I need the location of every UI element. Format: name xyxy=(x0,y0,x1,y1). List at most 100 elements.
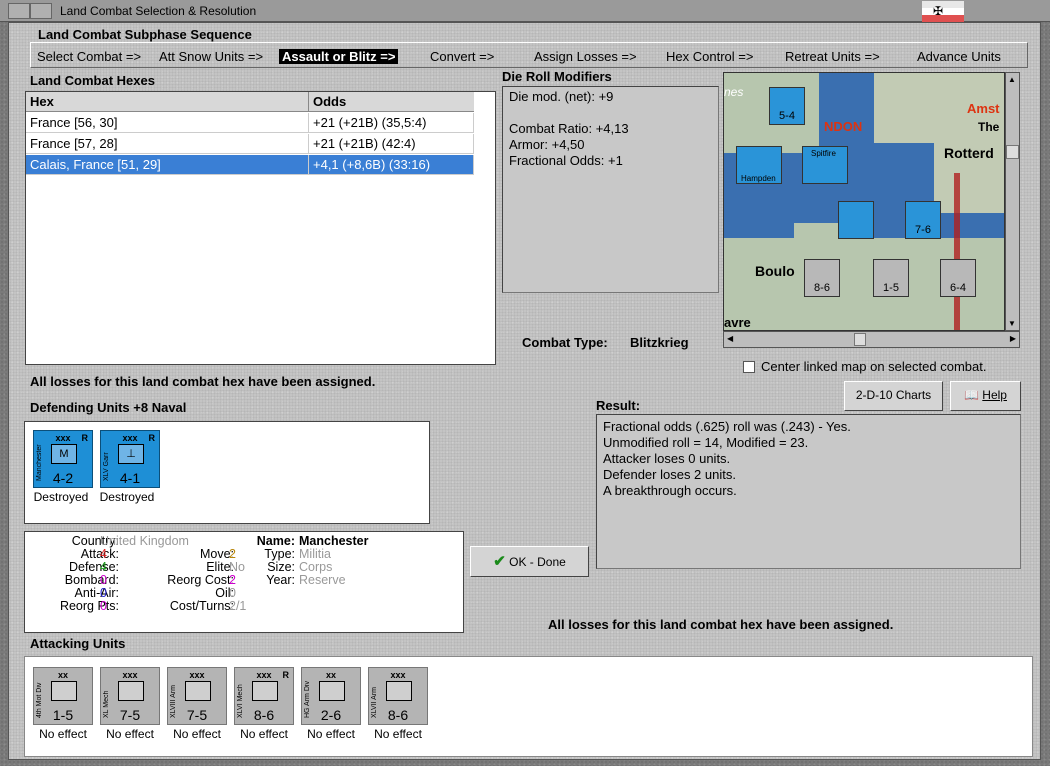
unit-size: xxx xyxy=(122,670,138,680)
map-label: Boulo xyxy=(755,263,795,279)
seq-step-hex-control[interactable]: Hex Control => xyxy=(666,49,753,64)
seq-step-convert[interactable]: Convert => xyxy=(430,49,494,64)
map-unit-strength: 5-4 xyxy=(779,110,795,122)
seq-step-retreat[interactable]: Retreat Units => xyxy=(785,49,880,64)
garrison-icon: ⊥ xyxy=(118,444,144,464)
ok-done-button[interactable]: ✔ OK - Done xyxy=(470,546,589,577)
motorized-infantry-icon xyxy=(51,681,77,701)
attacking-unit-counter[interactable]: xxx XLVII Arm 8-6 xyxy=(368,667,428,725)
reserve-tag: R xyxy=(282,670,290,680)
unit-strength: 4-1 xyxy=(119,470,141,486)
scroll-left-icon[interactable]: ◀ xyxy=(727,334,733,343)
die-roll-line xyxy=(509,105,629,121)
unit-size: xx xyxy=(57,670,68,680)
combat-type-label: Combat Type: xyxy=(522,335,608,350)
attacking-unit-counter[interactable]: xxx XL Mech 7-5 xyxy=(100,667,160,725)
die-roll-lines: Die mod. (net): +9 Combat Ratio: +4,13 A… xyxy=(509,89,629,169)
window-title: Land Combat Selection & Resolution xyxy=(60,4,257,18)
map-unit-counter[interactable]: 1-5 xyxy=(873,259,909,297)
map-unit-counter[interactable]: 7-6 xyxy=(905,201,941,239)
unit-status: No effect xyxy=(173,727,221,741)
system-menu-button[interactable] xyxy=(8,3,30,19)
scroll-thumb[interactable] xyxy=(1006,145,1019,159)
defending-unit-counter[interactable]: xxx R Manchester M 4-2 xyxy=(33,430,93,488)
center-map-checkbox[interactable] xyxy=(743,361,755,373)
mechanized-icon xyxy=(252,681,278,701)
unit-status: No effect xyxy=(39,727,87,741)
result-line: A breakthrough occurs. xyxy=(603,483,737,498)
attacking-unit-counter[interactable]: xxx R XLVI Mech 8-6 xyxy=(234,667,294,725)
map-unit-strength: 1-5 xyxy=(883,282,899,294)
die-roll-panel: Die mod. (net): +9 Combat Ratio: +4,13 A… xyxy=(502,86,719,293)
bombard-label: Bombard: xyxy=(64,573,119,587)
map-label: The xyxy=(978,120,1000,134)
result-line: Defender loses 2 units. xyxy=(603,467,736,482)
map-unit-counter[interactable]: 8-6 xyxy=(804,259,840,297)
costturns-value: 2/1 xyxy=(229,599,247,613)
unit-symbol: M xyxy=(59,448,69,460)
map-unit-counter[interactable]: 6-4 xyxy=(940,259,976,297)
result-lines: Fractional odds (.625) roll was (.243) -… xyxy=(603,419,851,499)
attacking-unit-counter[interactable]: xx HG Arm Div 2-6 xyxy=(301,667,361,725)
table-row-hex[interactable]: France [56, 30] xyxy=(26,113,309,133)
checkmark-icon: ✔ xyxy=(493,553,506,570)
map-horizontal-scrollbar[interactable]: ◀ ▶ xyxy=(723,331,1020,348)
name-label: Name: xyxy=(256,534,295,548)
book-icon: 📖 xyxy=(964,388,979,402)
scroll-down-icon[interactable]: ▼ xyxy=(1008,319,1016,328)
map-vertical-scrollbar[interactable]: ▲ ▼ xyxy=(1005,72,1020,331)
aircraft-counter[interactable]: Hampden xyxy=(736,146,782,184)
seq-step-select-combat[interactable]: Select Combat => xyxy=(37,49,141,64)
linked-map[interactable]: nes NDON Amst The Rotterd Boulo avre 5-4… xyxy=(723,72,1005,331)
seq-step-assault-blitz[interactable]: Assault or Blitz => xyxy=(279,49,399,64)
map-unit-counter-attack-target[interactable] xyxy=(838,201,874,239)
die-roll-header: Die Roll Modifiers xyxy=(502,69,612,84)
country-value: United Kingdom xyxy=(100,534,189,548)
attacking-unit-counter[interactable]: xx 4th Mot Div 1-5 xyxy=(33,667,93,725)
reorgpts-value: 0 xyxy=(100,599,107,613)
unit-status: No effect xyxy=(307,727,355,741)
result-panel: Fractional odds (.625) roll was (.243) -… xyxy=(596,414,1021,569)
table-row-odds[interactable]: +21 (+21B) (35,5:4) xyxy=(309,113,474,133)
table-row-odds[interactable]: +21 (+21B) (42:4) xyxy=(309,134,474,154)
map-unit-counter[interactable]: 5-4 xyxy=(769,87,805,125)
map-label: Rotterd xyxy=(944,145,994,161)
defending-unit-counter[interactable]: xxx R XLV Garr ⊥ 4-1 xyxy=(100,430,160,488)
reorgpts-label: Reorg Pts: xyxy=(59,599,119,613)
table-row-hex-selected[interactable]: Calais, France [51, 29] xyxy=(26,155,309,175)
unit-info-panel: Country: United Kingdom Attack: 4 Defens… xyxy=(24,531,464,633)
help-label: Help xyxy=(982,388,1007,402)
seq-step-advance[interactable]: Advance Units xyxy=(917,49,1001,64)
column-header-hex[interactable]: Hex xyxy=(26,92,309,112)
costturns-label: Cost/Turns: xyxy=(169,599,234,613)
border-line xyxy=(954,173,960,330)
help-button[interactable]: 📖 Help xyxy=(950,381,1021,411)
table-row-odds-selected[interactable]: +4,1 (+8,6B) (33:16) xyxy=(309,155,474,175)
armor-icon xyxy=(319,681,345,701)
year-label: Year: xyxy=(266,573,295,587)
die-roll-line: Fractional Odds: +1 xyxy=(509,153,623,168)
type-label: Type: xyxy=(264,547,295,561)
die-roll-line: Armor: +4,50 xyxy=(509,137,585,152)
unit-strength: 7-5 xyxy=(119,707,141,723)
attacking-panel: xx 4th Mot Div 1-5 No effect xxx XL Mech… xyxy=(24,656,1033,757)
unit-status: No effect xyxy=(374,727,422,741)
charts-button[interactable]: 2-D-10 Charts xyxy=(844,381,943,411)
aircraft-counter[interactable]: Spitfire xyxy=(802,146,848,184)
german-flag-icon: ✠ xyxy=(922,1,964,22)
column-header-odds[interactable]: Odds xyxy=(309,92,474,112)
attacking-header: Attacking Units xyxy=(30,636,126,651)
attacking-unit-counter[interactable]: xxx XLVIII Arm 7-5 xyxy=(167,667,227,725)
map-unit-strength: 8-6 xyxy=(814,282,830,294)
scroll-thumb[interactable] xyxy=(854,333,866,346)
seq-step-att-snow[interactable]: Att Snow Units => xyxy=(159,49,263,64)
scroll-right-icon[interactable]: ▶ xyxy=(1010,334,1016,343)
seq-step-assign-losses[interactable]: Assign Losses => xyxy=(534,49,637,64)
armor-icon xyxy=(185,681,211,701)
minimize-button[interactable] xyxy=(30,3,52,19)
move-value: 2 xyxy=(229,547,236,561)
scroll-up-icon[interactable]: ▲ xyxy=(1008,75,1016,84)
table-row-hex[interactable]: France [57, 28] xyxy=(26,134,309,154)
unit-strength: 2-6 xyxy=(320,707,342,723)
losses-message: All losses for this land combat hex have… xyxy=(30,374,376,389)
